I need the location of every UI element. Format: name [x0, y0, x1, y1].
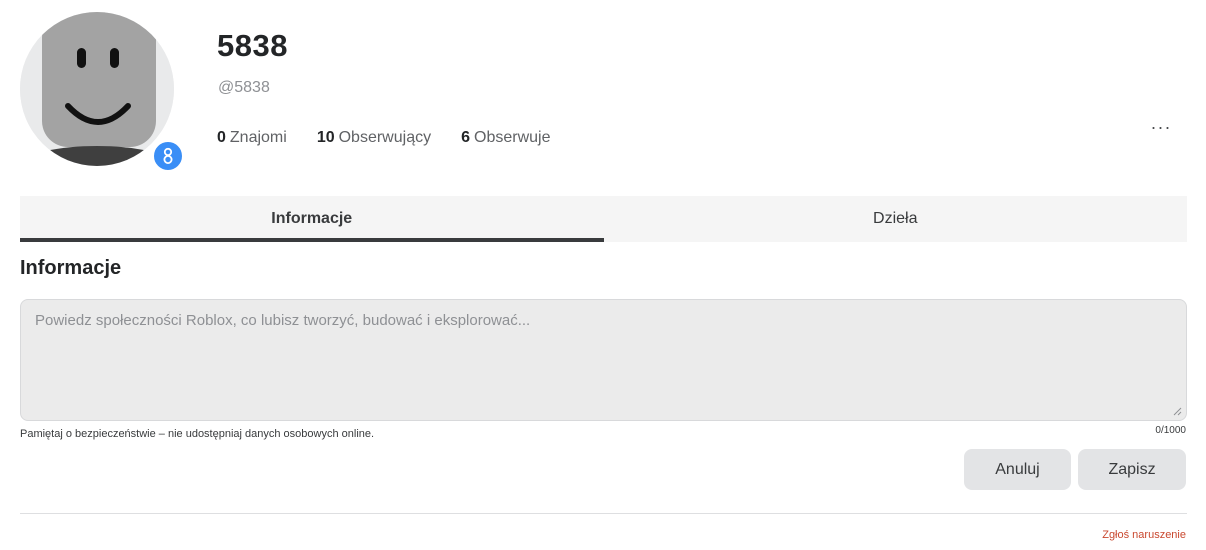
resize-handle-icon[interactable]: [1172, 406, 1182, 416]
friends-stat[interactable]: 0 Znajomi: [217, 129, 287, 147]
premium-badge-icon: [152, 140, 184, 172]
profile-stats: 0 Znajomi 10 Obserwujący 6 Obserwuje: [217, 129, 550, 147]
followers-count: 10: [316, 129, 335, 146]
about-section-title: Informacje: [20, 257, 122, 279]
followers-label: Obserwujący: [338, 129, 432, 146]
avatar-head-icon: [20, 12, 174, 166]
followers-stat[interactable]: 10 Obserwujący: [317, 129, 431, 147]
profile-tabs: Informacje Dzieła: [20, 196, 1187, 242]
about-input-container: [20, 299, 1187, 421]
username: @5838: [218, 79, 270, 96]
avatar-image: [20, 12, 174, 166]
divider: [20, 513, 1187, 514]
following-count: 6: [461, 129, 470, 146]
friends-count: 0: [217, 129, 226, 146]
cancel-button[interactable]: Anuluj: [964, 449, 1071, 490]
about-textarea[interactable]: [35, 312, 1172, 408]
avatar[interactable]: [20, 12, 184, 172]
following-label: Obserwuje: [474, 129, 551, 146]
friends-label: Znajomi: [229, 129, 287, 146]
profile-page: 5838 @5838 0 Znajomi 10 Obserwujący 6 Obser…: [0, 0, 1206, 550]
display-name: 5838: [217, 28, 288, 63]
safety-note: Pamiętaj o bezpieczeństwie – nie udostęp…: [20, 428, 375, 440]
save-button[interactable]: Zapisz: [1078, 449, 1186, 490]
tab-dziela[interactable]: Dzieła: [604, 196, 1188, 242]
following-stat[interactable]: 6 Obserwuje: [461, 129, 550, 147]
tab-informacje[interactable]: Informacje: [20, 196, 604, 242]
report-abuse-link[interactable]: Zgłoś naruszenie: [1102, 529, 1186, 541]
character-counter: 0/1000: [1155, 425, 1186, 436]
more-options-icon[interactable]: ···: [1146, 112, 1176, 142]
